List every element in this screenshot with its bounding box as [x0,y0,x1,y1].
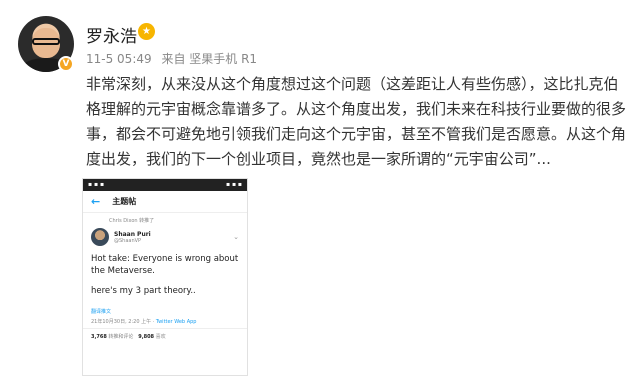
retweet-count: 3,768 [91,334,107,340]
tweet-author-name: Shaan Puri [114,230,151,238]
tweet-author-avatar [91,228,109,246]
translate-link: 翻译推文 [91,309,112,315]
retweet-note: Chris Dixon 转推了 [109,218,155,224]
avatar-glasses [32,38,60,45]
verified-badge-icon: V [58,56,74,72]
retweet-label: 转推和评论 [108,334,134,340]
thread-header-title: 主题帖 [112,197,137,206]
phone-status-bar: ▪ ▪ ▪ ▪ ▪ ▪ [83,179,247,191]
post-time[interactable]: 11-5 05:49 [86,52,152,66]
post-body: 非常深刻，从来没从这个角度想过这个问题（这差距让人有些伤感），这比扎克伯格理解的… [86,75,627,168]
back-arrow-icon: ← [91,195,101,208]
medal-icon: ★ [138,23,155,40]
tweet-stats: 3,768 转推和评论 9,808 喜欢 [83,329,247,344]
tweet-timestamp: 21年10月30日, 2:20 上午 · Twitter Web App [83,315,247,329]
tweet-time: 21年10月30日, 2:20 上午 · [91,319,156,325]
tweet-text-line1: Hot take: Everyone is wrong about the Me… [91,254,239,276]
embedded-screenshot[interactable]: ▪ ▪ ▪ ▪ ▪ ▪ ← 主题帖 Chris Dixon 转推了 Shaan P… [82,178,248,376]
thread-header: ← 主题帖 [83,191,247,213]
tweet-app: Twitter Web App [155,319,197,325]
post-source: 来自 坚果手机 R1 [161,52,258,66]
tweet-author: Shaan Puri @ShaanVP ⌄ [83,224,247,250]
post-meta: 11-5 05:49 来自 坚果手机 R1 [86,50,263,67]
tweet-text-line2: here's my 3 part theory.. [91,286,196,296]
like-count: 9,808 [138,334,155,340]
like-label: 喜欢 [155,334,166,340]
chevron-down-icon: ⌄ [233,233,239,241]
username[interactable]: 罗永浩 [86,22,137,47]
tweet-author-handle: @ShaanVP [114,237,142,244]
tweet-text: Hot take: Everyone is wrong about the Me… [83,250,247,308]
